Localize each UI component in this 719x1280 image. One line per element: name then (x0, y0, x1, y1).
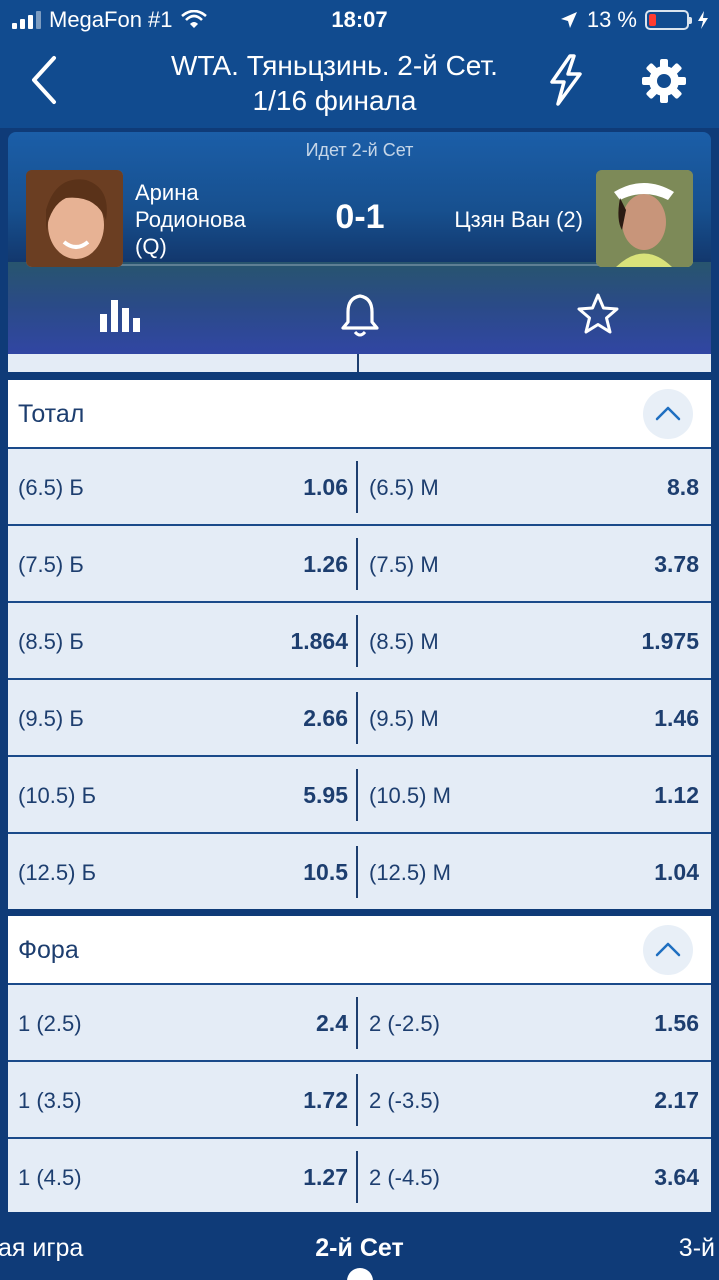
bell-icon[interactable] (338, 292, 382, 338)
row-divider (356, 1074, 358, 1126)
collapse-button[interactable] (643, 389, 693, 439)
lightning-bolt-icon[interactable] (544, 52, 588, 108)
odds-row: (10.5) Б 5.95 (10.5) М 1.12 (8, 755, 711, 832)
odds-left-value[interactable]: 2.66 (303, 705, 348, 732)
chevron-up-icon (655, 942, 681, 957)
page-title-line1: WTA. Тяньцзинь. 2-й Сет. (171, 50, 498, 81)
odds-row: (9.5) Б 2.66 (9.5) М 1.46 (8, 678, 711, 755)
match-card: Идет 2-й Сет Арина Родионова (Q) 0-1 Цзя… (8, 132, 711, 354)
odds-right-label[interactable]: (10.5) М (369, 783, 451, 809)
market-handicap-header[interactable]: Фора (8, 916, 711, 983)
odds-row: (12.5) Б 10.5 (12.5) М 1.04 (8, 832, 711, 909)
row-divider (356, 997, 358, 1049)
odds-row: 1 (2.5) 2.4 2 (-2.5) 1.56 (8, 983, 711, 1060)
odds-right-value[interactable]: 3.78 (654, 551, 699, 578)
page-title-line2: 1/16 финала (252, 85, 417, 116)
odds-row: 1 (4.5) 1.27 2 (-4.5) 3.64 (8, 1137, 711, 1214)
period-tab-bar: ая игра 2-й Сет 3-й (0, 1212, 719, 1280)
market-handicap-title: Фора (18, 936, 79, 964)
row-divider (356, 461, 358, 513)
odds-right-value[interactable]: 1.46 (654, 705, 699, 732)
market-handicap: Фора 1 (2.5) 2.4 2 (-2.5) 1.56 1 (3.5) 1… (8, 916, 711, 1214)
odds-right-value[interactable]: 1.975 (641, 628, 699, 655)
location-arrow-icon (560, 12, 577, 28)
previous-market-strip (8, 354, 711, 372)
odds-left-value[interactable]: 2.4 (316, 1010, 348, 1037)
collapse-button[interactable] (643, 925, 693, 975)
player-left-name-line2: Родионова (135, 207, 246, 232)
player-left-name-line3: (Q) (135, 234, 167, 259)
odds-left-label[interactable]: 1 (3.5) (18, 1088, 82, 1114)
odds-left-label[interactable]: (8.5) Б (18, 629, 84, 655)
battery-percent: 13 % (586, 7, 637, 32)
match-score: 0-1 (335, 198, 385, 236)
odds-right-value[interactable]: 8.8 (667, 474, 699, 501)
match-card-actions (8, 292, 711, 342)
live-status-label: Идет 2-й Сет (305, 140, 414, 160)
chevron-up-icon (655, 406, 681, 421)
odds-left-label[interactable]: (9.5) Б (18, 706, 84, 732)
odds-left-label[interactable]: (10.5) Б (18, 783, 96, 809)
odds-left-value[interactable]: 10.5 (303, 859, 348, 886)
odds-right-label[interactable]: 2 (-3.5) (369, 1088, 440, 1114)
odds-left-value[interactable]: 1.72 (303, 1087, 348, 1114)
player-left-avatar (26, 170, 123, 267)
odds-left-label[interactable]: (6.5) Б (18, 475, 84, 501)
status-right: 13 % (559, 7, 709, 33)
odds-right-label[interactable]: (6.5) М (369, 475, 439, 501)
active-tab-indicator (347, 1268, 373, 1280)
odds-left-label[interactable]: 1 (4.5) (18, 1165, 82, 1191)
back-chevron-icon[interactable] (22, 52, 72, 108)
odds-right-value[interactable]: 1.04 (654, 859, 699, 886)
player-right-name: Цзян Ван (2) (454, 207, 583, 232)
app-header: WTA. Тяньцзинь. 2-й Сет. 1/16 финала (0, 38, 719, 128)
battery-icon (645, 10, 692, 30)
page-title: WTA. Тяньцзинь. 2-й Сет. 1/16 финала (100, 48, 569, 118)
odds-row: (8.5) Б 1.864 (8.5) М 1.975 (8, 601, 711, 678)
odds-left-value[interactable]: 5.95 (303, 782, 348, 809)
market-total-header[interactable]: Тотал (8, 380, 711, 447)
player-left-name-line1: Арина (135, 180, 199, 205)
court-line (38, 264, 681, 266)
odds-left-label[interactable]: 1 (2.5) (18, 1011, 82, 1037)
odds-right-value[interactable]: 1.56 (654, 1010, 699, 1037)
odds-right-label[interactable]: 2 (-4.5) (369, 1165, 440, 1191)
player-left-name: Арина Родионова (Q) (135, 179, 246, 260)
gear-icon[interactable] (636, 56, 692, 106)
charging-bolt-icon (698, 11, 708, 29)
row-divider (356, 846, 358, 898)
market-total: Тотал (6.5) Б 1.06 (6.5) М 8.8 (7.5) Б 1… (8, 380, 711, 909)
odds-right-label[interactable]: 2 (-2.5) (369, 1011, 440, 1037)
row-divider (356, 538, 358, 590)
odds-right-value[interactable]: 2.17 (654, 1087, 699, 1114)
market-total-title: Тотал (18, 400, 85, 428)
odds-left-value[interactable]: 1.27 (303, 1164, 348, 1191)
row-divider (356, 769, 358, 821)
odds-row: 1 (3.5) 1.72 2 (-3.5) 2.17 (8, 1060, 711, 1137)
status-bar: MegaFon #1 18:07 13 % (0, 0, 719, 38)
tab-active[interactable]: 2-й Сет (0, 1234, 719, 1263)
odds-right-label[interactable]: (8.5) М (369, 629, 439, 655)
odds-left-label[interactable]: (12.5) Б (18, 860, 96, 886)
odds-left-value[interactable]: 1.864 (290, 628, 348, 655)
favorite-star-icon[interactable] (576, 292, 620, 336)
odds-right-label[interactable]: (9.5) М (369, 706, 439, 732)
odds-left-value[interactable]: 1.26 (303, 551, 348, 578)
odds-row: (6.5) Б 1.06 (6.5) М 8.8 (8, 447, 711, 524)
row-divider (356, 615, 358, 667)
player-right-avatar (596, 170, 693, 267)
odds-right-label[interactable]: (7.5) М (369, 552, 439, 578)
stats-chart-icon[interactable] (98, 292, 142, 336)
odds-left-value[interactable]: 1.06 (303, 474, 348, 501)
tab-next[interactable]: 3-й (679, 1234, 715, 1263)
odds-row: (7.5) Б 1.26 (7.5) М 3.78 (8, 524, 711, 601)
odds-right-label[interactable]: (12.5) М (369, 860, 451, 886)
row-divider (356, 1151, 358, 1203)
row-divider (356, 692, 358, 744)
odds-right-value[interactable]: 3.64 (654, 1164, 699, 1191)
odds-right-value[interactable]: 1.12 (654, 782, 699, 809)
odds-left-label[interactable]: (7.5) Б (18, 552, 84, 578)
